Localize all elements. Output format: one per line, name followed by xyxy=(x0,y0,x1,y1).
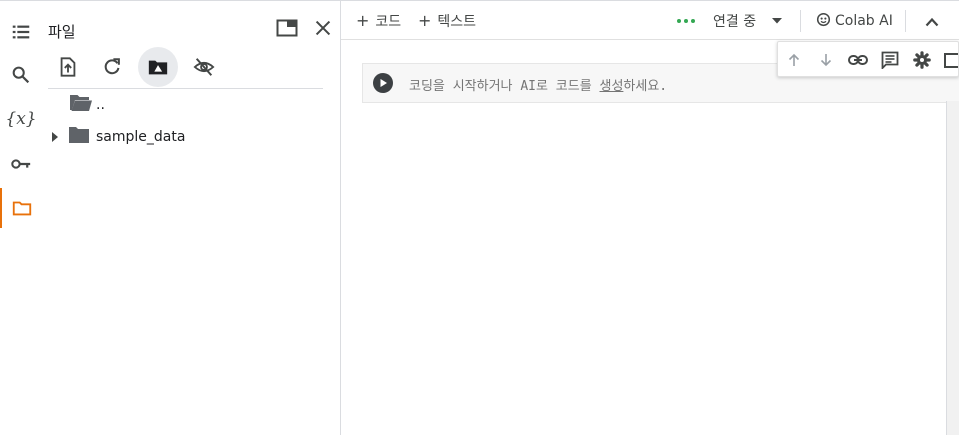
placeholder-text-end: 하세요. xyxy=(623,79,668,94)
variables-icon[interactable]: {x} xyxy=(0,99,42,139)
variables-glyph: {x} xyxy=(5,109,37,129)
left-rail: {x} xyxy=(0,0,42,435)
link-icon[interactable] xyxy=(848,50,868,70)
dock-panel-icon[interactable] xyxy=(276,18,298,42)
chevron-up-icon xyxy=(925,17,939,27)
upload-icon[interactable] xyxy=(48,47,88,87)
folder-icon[interactable] xyxy=(0,188,42,228)
connection-status-label: 연결 중 xyxy=(713,14,757,30)
run-cell-button[interactable] xyxy=(373,73,393,93)
tree-item-parent[interactable]: .. xyxy=(69,93,105,117)
search-icon[interactable] xyxy=(0,55,42,95)
chevron-down-icon xyxy=(772,18,782,24)
add-code-label: 코드 xyxy=(375,14,402,30)
collapse-toolbar-button[interactable] xyxy=(925,12,939,32)
refresh-icon[interactable] xyxy=(92,47,132,87)
plus-icon: + xyxy=(356,11,370,30)
add-text-label: 텍스트 xyxy=(437,14,477,30)
open-folder-icon xyxy=(69,92,93,118)
connecting-dots-icon xyxy=(677,19,695,23)
sparkle-icon xyxy=(816,12,831,31)
comment-icon[interactable] xyxy=(880,50,900,70)
add-text-button[interactable]: + 텍스트 xyxy=(418,11,476,31)
cell-toolbar xyxy=(777,41,959,77)
toolbar-divider xyxy=(905,10,906,32)
plus-icon: + xyxy=(418,11,432,30)
tree-item-label: .. xyxy=(96,97,105,113)
panel-title: 파일 xyxy=(48,23,76,41)
connection-status[interactable]: 연결 중 xyxy=(677,11,756,31)
placeholder-text: 코딩을 시작하거나 AI로 코드를 xyxy=(409,79,600,94)
files-panel: 파일 .. sample_data xyxy=(42,0,341,435)
gear-icon[interactable] xyxy=(912,50,932,70)
close-icon[interactable] xyxy=(312,17,334,43)
panel-divider xyxy=(48,88,323,89)
toc-icon[interactable] xyxy=(0,12,42,52)
play-icon xyxy=(380,79,387,87)
move-up-icon[interactable] xyxy=(784,50,804,70)
scrollbar[interactable] xyxy=(946,101,959,435)
folder-icon xyxy=(68,125,90,149)
generate-link[interactable]: 생성 xyxy=(599,79,623,94)
colab-ai-button[interactable]: Colab AI xyxy=(816,11,893,31)
runtime-dropdown-button[interactable] xyxy=(771,11,783,31)
notebook-area: + 코드 + 텍스트 연결 중 Colab AI 코딩을 시작하거나 AI로 코… xyxy=(341,0,959,435)
cell-placeholder: 코딩을 시작하거나 AI로 코드를 생성하세요. xyxy=(409,75,667,94)
expand-arrow-icon[interactable] xyxy=(48,132,62,142)
tree-item-label: sample_data xyxy=(96,129,186,145)
key-icon[interactable] xyxy=(0,144,42,184)
mirror-cell-icon[interactable] xyxy=(940,50,958,70)
mount-drive-icon[interactable] xyxy=(138,47,178,87)
hide-hidden-files-icon[interactable] xyxy=(184,47,224,87)
notebook-toolbar: + 코드 + 텍스트 연결 중 Colab AI xyxy=(341,1,959,40)
colab-window: {x} 파일 .. sample_data + 코드 + 텍스트 연결 중 Co… xyxy=(0,0,959,435)
add-code-button[interactable]: + 코드 xyxy=(356,11,401,31)
colab-ai-label: Colab AI xyxy=(835,13,893,29)
tree-item-sample-data[interactable]: sample_data xyxy=(48,125,185,149)
move-down-icon[interactable] xyxy=(816,50,836,70)
toolbar-divider xyxy=(800,10,801,32)
